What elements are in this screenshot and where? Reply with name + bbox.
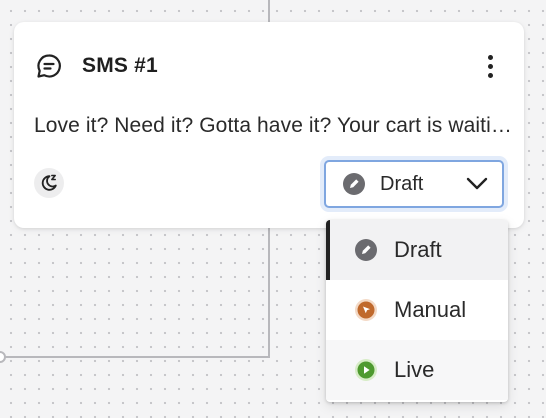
- card-title: SMS #1: [82, 54, 158, 77]
- status-option-label: Manual: [394, 297, 467, 322]
- play-icon: [354, 358, 378, 382]
- moon-snooze-icon[interactable]: [34, 168, 64, 198]
- status-option-live[interactable]: Live: [326, 340, 508, 400]
- status-select-value: Draft: [380, 172, 424, 195]
- kebab-icon[interactable]: [476, 50, 504, 82]
- status-dropdown-menu: Draft Manual Live: [326, 220, 508, 402]
- status-option-label: Live: [394, 357, 435, 382]
- status-option-manual[interactable]: Manual: [326, 280, 508, 340]
- pencil-icon: [354, 238, 378, 262]
- chat-bubble-icon: [34, 51, 64, 81]
- sms-message-preview: Love it? Need it? Gotta have it? Your ca…: [34, 114, 512, 137]
- flow-connector-horizontal: [0, 356, 270, 358]
- status-option-label: Draft: [394, 237, 442, 262]
- chevron-down-icon: [466, 177, 488, 191]
- flow-connector-node[interactable]: [0, 351, 6, 363]
- card-header: SMS #1: [34, 50, 504, 82]
- status-select[interactable]: Draft: [324, 160, 504, 208]
- cursor-icon: [354, 298, 378, 322]
- status-option-draft[interactable]: Draft: [326, 220, 508, 280]
- pencil-icon: [342, 172, 366, 196]
- sms-step-card[interactable]: SMS #1 Love it? Need it? Gotta have it? …: [14, 22, 524, 228]
